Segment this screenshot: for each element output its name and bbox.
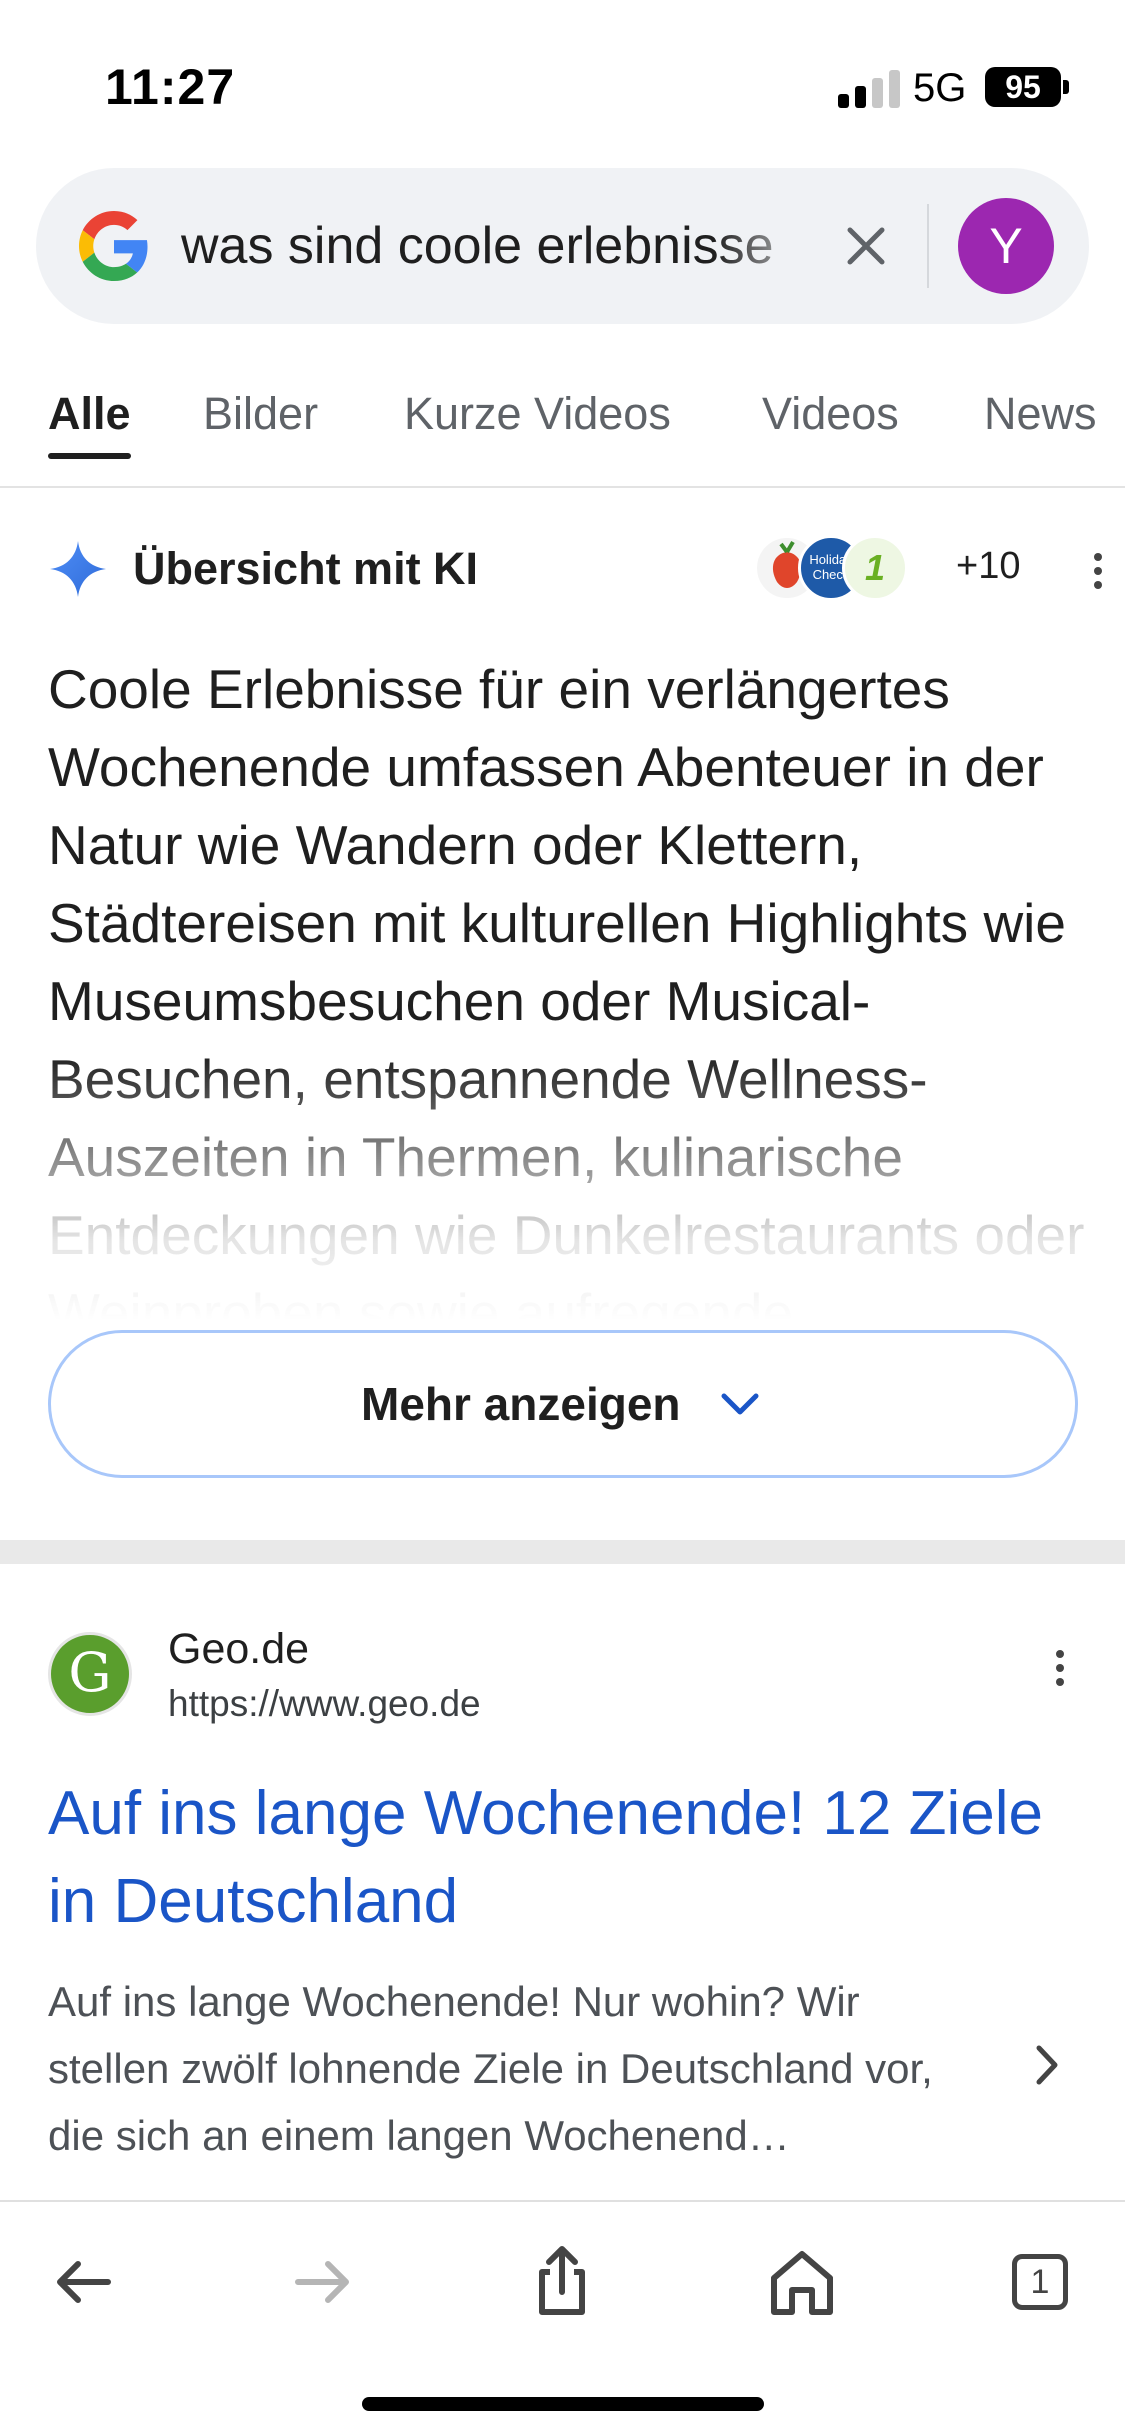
sparkle-icon (48, 539, 108, 599)
search-bar[interactable]: was sind coole erlebnisse Y (36, 168, 1089, 324)
result-url[interactable]: https://www.geo.de (168, 1683, 481, 1725)
chevron-right-icon[interactable] (1025, 2040, 1069, 2090)
show-more-label: Mehr anzeigen (361, 1378, 681, 1430)
result-title-link[interactable]: Auf ins lange Wochenende! 12 Ziele in De… (48, 1770, 1058, 1946)
sources-more-count[interactable]: +10 (956, 545, 1020, 588)
search-divider (927, 204, 929, 288)
chevron-down-icon (716, 1379, 764, 1427)
site-logo[interactable]: G (48, 1632, 132, 1716)
result-more-options-icon[interactable] (1040, 1650, 1080, 1694)
status-time: 11:27 (105, 59, 236, 115)
tab-count: 1 (1012, 2254, 1068, 2310)
home-icon[interactable] (762, 2242, 842, 2322)
battery-tip (1063, 80, 1069, 94)
tabs-icon[interactable]: 1 (1000, 2242, 1080, 2322)
tab-alle[interactable]: Alle (48, 388, 131, 440)
search-input[interactable]: was sind coole erlebnisse (181, 215, 831, 277)
avatar[interactable]: Y (958, 198, 1054, 294)
ai-overview-title: Übersicht mit KI (133, 543, 479, 594)
result-snippet: Auf ins lange Wochenende! Nur wohin? Wir… (48, 1978, 933, 2159)
tab-news[interactable]: News (984, 388, 1097, 440)
more-options-icon[interactable] (1078, 553, 1118, 597)
ai-overview-header: Übersicht mit KI Holiday Check 1 +10 (48, 535, 1102, 605)
tab-kurze-videos[interactable]: Kurze Videos (404, 388, 671, 440)
home-indicator[interactable] (362, 2397, 764, 2411)
signal-icon (838, 70, 900, 108)
source-icon-green: 1 (842, 535, 908, 601)
active-tab-indicator (48, 453, 131, 459)
back-arrow-icon[interactable] (44, 2242, 124, 2322)
ai-overview-text: Coole Erlebnisse für ein verlängertes Wo… (48, 658, 1085, 1320)
section-separator (0, 1540, 1125, 1564)
battery-level: 95 (1005, 69, 1041, 105)
share-icon[interactable] (522, 2242, 602, 2322)
forward-arrow-icon[interactable] (282, 2242, 362, 2322)
tab-bilder[interactable]: Bilder (203, 388, 318, 440)
tab-videos[interactable]: Videos (762, 388, 899, 440)
network-type: 5G (913, 66, 967, 110)
result-site-name[interactable]: Geo.de (168, 1625, 309, 1674)
clear-icon[interactable] (836, 216, 896, 276)
show-more-button[interactable]: Mehr anzeigen (48, 1330, 1078, 1478)
source-icons[interactable]: Holiday Check 1 (754, 535, 954, 603)
google-logo-icon[interactable] (79, 211, 149, 281)
status-bar: 11:27 5G 95 (0, 0, 1125, 150)
search-tabs: Alle Bilder Kurze Videos Videos News (0, 370, 1125, 488)
battery-icon: 95 (985, 67, 1061, 107)
